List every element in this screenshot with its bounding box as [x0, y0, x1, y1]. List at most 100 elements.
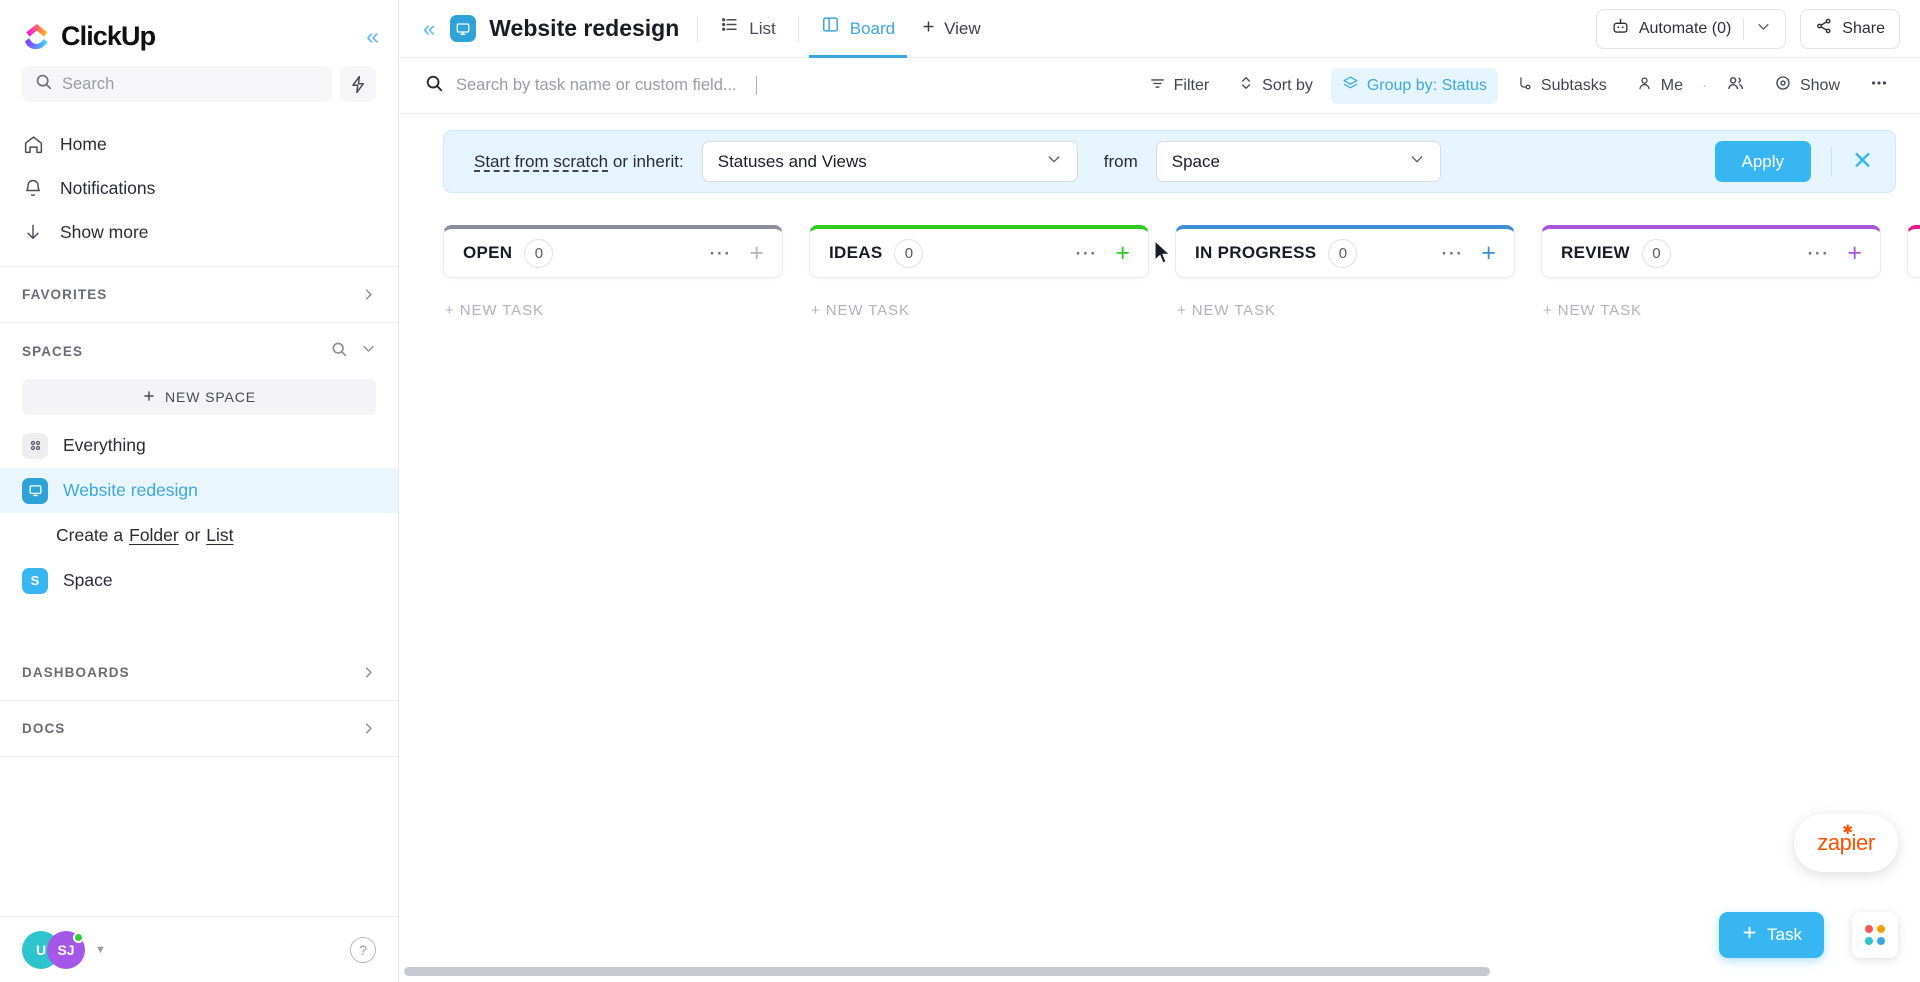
plus-icon — [1741, 924, 1758, 946]
page-title: Website redesign — [450, 15, 679, 42]
sidebar-header: ClickUp « — [0, 0, 398, 58]
automate-button[interactable]: Automate (0) — [1595, 8, 1787, 49]
sort-by-label: Sort by — [1262, 76, 1313, 94]
assignees-button[interactable] — [1715, 67, 1756, 105]
sidebar-nav: Home Notifications Show more — [0, 116, 398, 267]
column-plus-icon[interactable]: + — [1847, 240, 1862, 266]
sidebar-search-input[interactable]: Search — [22, 66, 332, 102]
inherit-type-select[interactable]: Statuses and Views — [701, 141, 1078, 182]
start-from-scratch-link[interactable]: Start from scratch — [474, 152, 608, 171]
header-collapse-icon[interactable]: « — [423, 17, 435, 40]
header-actions: Automate (0) Share — [1595, 8, 1900, 49]
column-header: REVIEW 0 ⋯ + — [1541, 225, 1881, 278]
sort-icon — [1238, 75, 1254, 96]
apply-button[interactable]: Apply — [1714, 141, 1812, 182]
show-button[interactable]: Show — [1763, 67, 1851, 104]
docs-chevron-right-icon[interactable] — [361, 721, 376, 736]
column-count: 0 — [524, 238, 554, 268]
home-icon — [22, 133, 44, 155]
page-title-monitor-icon — [450, 15, 477, 42]
column-plus-icon[interactable]: + — [749, 240, 764, 266]
column-header: IDEAS 0 ⋯ + — [809, 225, 1149, 278]
column-ellipsis-icon[interactable]: ⋯ — [1806, 242, 1829, 264]
group-by-label: Group by: Status — [1366, 76, 1487, 94]
eye-icon — [1774, 74, 1792, 97]
chevron-down-icon — [1409, 151, 1425, 172]
sidebar-item-show-more[interactable]: Show more — [0, 210, 398, 254]
board-column-ideas: IDEAS 0 ⋯ + + NEW TASK — [809, 225, 1149, 982]
tab-list[interactable]: List — [716, 0, 779, 58]
sidebar-item-home[interactable]: Home — [0, 122, 398, 166]
new-task-button[interactable]: + NEW TASK — [1541, 302, 1881, 319]
create-list-link[interactable]: List — [206, 525, 233, 546]
sidebar-section-dashboards[interactable]: DASHBOARDS — [0, 645, 398, 701]
people-icon — [1726, 74, 1745, 98]
column-ellipsis-icon[interactable]: ⋯ — [1440, 242, 1463, 264]
column-title: REVIEW — [1561, 243, 1630, 262]
inherit-banner-wrap: Start from scratch or inherit: Statuses … — [399, 114, 1920, 193]
new-space-button[interactable]: NEW SPACE — [22, 379, 376, 415]
board-column-partial — [1907, 225, 1920, 982]
clickup-logo-icon — [22, 21, 52, 51]
spaces-chevron-down-icon[interactable] — [361, 341, 376, 361]
sidebar-item-everything[interactable]: Everything — [0, 423, 398, 468]
search-icon — [35, 73, 52, 95]
task-search-input[interactable]: Search by task name or custom field... — [399, 74, 1138, 97]
sidebar-item-website-redesign[interactable]: Website redesign — [0, 468, 398, 513]
share-button[interactable]: Share — [1800, 8, 1900, 49]
tab-board[interactable]: Board — [808, 0, 908, 58]
column-ellipsis-icon[interactable]: ⋯ — [1074, 242, 1097, 264]
filter-button[interactable]: Filter — [1138, 68, 1221, 104]
new-task-button[interactable]: + NEW TASK — [1175, 302, 1515, 319]
docs-label: DOCS — [22, 721, 66, 736]
subtasks-button[interactable]: Subtasks — [1505, 68, 1618, 104]
zapier-widget[interactable]: ✱ zapier — [1794, 814, 1898, 872]
sidebar-item-notifications[interactable]: Notifications — [0, 166, 398, 210]
chevron-down-icon[interactable] — [1756, 19, 1771, 39]
sidebar-section-spaces[interactable]: SPACES — [0, 323, 398, 379]
board-column-in-progress: IN PROGRESS 0 ⋯ + + NEW TASK — [1175, 225, 1515, 982]
caret-down-icon[interactable]: ▼ — [95, 944, 106, 956]
tab-list-label: List — [749, 18, 776, 38]
more-options-button[interactable] — [1858, 66, 1900, 105]
subtasks-label: Subtasks — [1540, 76, 1607, 94]
close-icon[interactable]: ✕ — [1852, 149, 1873, 174]
sidebar-search-placeholder: Search — [62, 74, 115, 93]
new-task-button[interactable]: + NEW TASK — [809, 302, 1149, 319]
me-filter-button[interactable]: Me — [1625, 68, 1694, 104]
filter-icon — [1149, 75, 1166, 97]
spaces-search-icon[interactable] — [331, 341, 347, 362]
sidebar-section-favorites[interactable]: FAVORITES — [0, 267, 398, 323]
column-header — [1907, 225, 1920, 278]
lightning-bolt-icon[interactable] — [340, 66, 376, 102]
robot-icon — [1611, 17, 1630, 41]
share-nodes-icon — [1815, 17, 1833, 40]
inherit-source-select[interactable]: Space — [1155, 141, 1441, 182]
show-label: Show — [1799, 76, 1840, 94]
apps-grid-button[interactable] — [1852, 912, 1898, 958]
column-plus-icon[interactable]: + — [1115, 240, 1130, 266]
chevron-right-icon[interactable] — [361, 287, 376, 302]
filter-label: Filter — [1173, 76, 1210, 94]
new-task-button[interactable]: + NEW TASK — [443, 302, 783, 319]
user-avatars[interactable]: U SJ ▼ — [22, 930, 106, 969]
create-task-button[interactable]: Task — [1719, 912, 1824, 958]
inherit-source-value: Space — [1171, 151, 1220, 171]
sort-by-button[interactable]: Sort by — [1227, 68, 1324, 103]
sidebar-collapse-icon[interactable]: « — [366, 24, 379, 48]
inherit-banner: Start from scratch or inherit: Statuses … — [443, 130, 1896, 193]
group-by-button[interactable]: Group by: Status — [1330, 67, 1498, 104]
column-plus-icon[interactable]: + — [1481, 240, 1496, 266]
banner-text: Start from scratch or inherit: — [474, 152, 684, 172]
create-folder-link[interactable]: Folder — [129, 525, 179, 546]
scrollbar-thumb[interactable] — [404, 967, 1490, 976]
help-button[interactable]: ? — [350, 936, 376, 963]
dashboards-chevron-right-icon[interactable] — [361, 665, 376, 680]
clickup-logo[interactable]: ClickUp — [22, 21, 156, 52]
sidebar-section-docs[interactable]: DOCS — [0, 701, 398, 757]
column-ellipsis-icon[interactable]: ⋯ — [708, 242, 731, 264]
horizontal-scrollbar[interactable] — [404, 967, 1912, 976]
add-view-button[interactable]: View — [921, 19, 981, 39]
header-divider-2 — [797, 15, 799, 42]
sidebar-item-space[interactable]: S Space — [0, 558, 398, 603]
